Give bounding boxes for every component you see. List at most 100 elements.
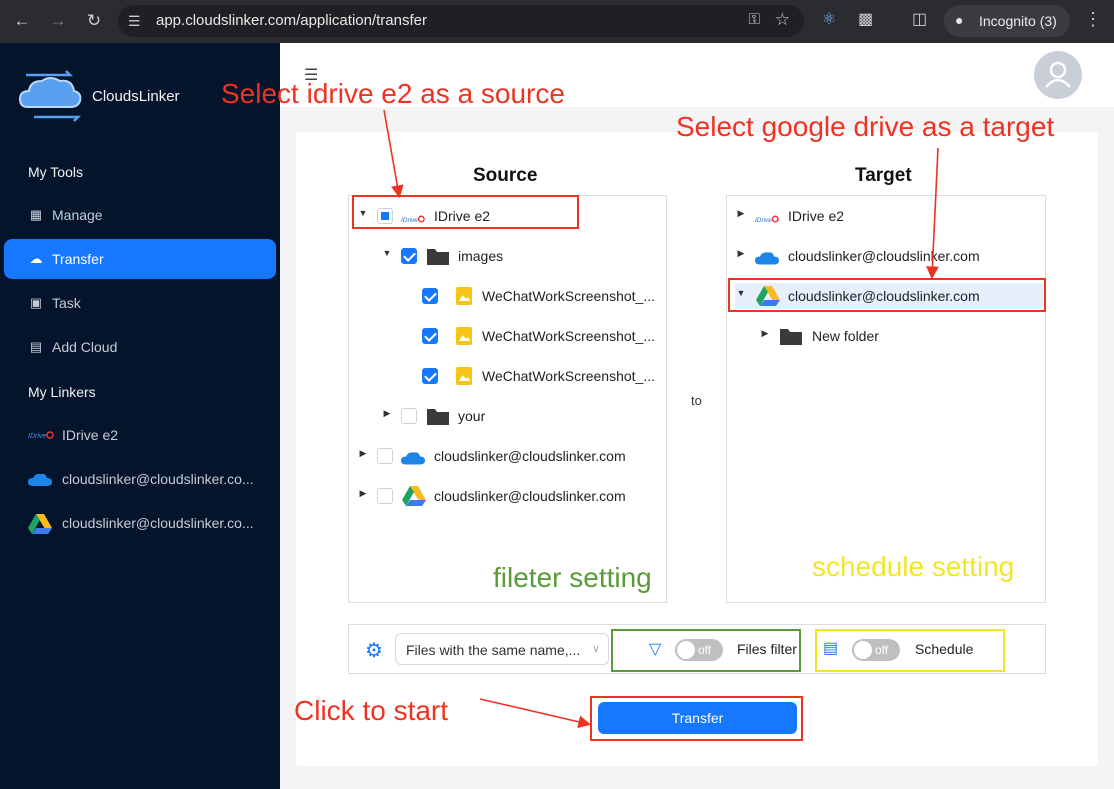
extensions-icon[interactable]: ▩ bbox=[858, 9, 873, 29]
star-icon[interactable]: ☆ bbox=[775, 10, 790, 30]
onedrive-icon bbox=[28, 473, 52, 486]
target-node-idrive[interactable]: ▶ IDrive IDrive e2 bbox=[735, 204, 935, 228]
site-settings-icon[interactable]: ☰ bbox=[128, 13, 141, 30]
node-label: cloudslinker@cloudslinker.com bbox=[788, 248, 980, 264]
filter-highlight-box bbox=[611, 629, 801, 672]
onedrive-icon bbox=[401, 452, 425, 465]
node-checkbox[interactable] bbox=[401, 408, 417, 424]
sidebar-item-google-drive[interactable]: cloudslinker@cloudslinker.co... bbox=[4, 503, 276, 543]
target-title: Target bbox=[855, 165, 912, 186]
caret-right-icon[interactable]: ▶ bbox=[381, 408, 393, 419]
node-label: cloudslinker@cloudslinker.com bbox=[434, 488, 626, 504]
sidebar-item-onedrive[interactable]: cloudslinker@cloudslinker.co... bbox=[4, 459, 276, 499]
cloud-upload-icon: ☁ bbox=[29, 251, 43, 266]
browser-menu-icon[interactable]: ⋮ bbox=[1084, 9, 1102, 30]
node-checkbox[interactable] bbox=[377, 448, 393, 464]
caret-right-icon[interactable]: ▶ bbox=[759, 328, 771, 339]
sidebar-item-label: Manage bbox=[52, 207, 103, 223]
tree-node-images[interactable]: ▼ images bbox=[381, 244, 641, 268]
node-label: IDrive e2 bbox=[788, 208, 845, 224]
gear-icon: ⚙ bbox=[365, 640, 383, 662]
schedule-highlight-box bbox=[815, 629, 1005, 672]
image-file-icon bbox=[456, 367, 472, 385]
node-label: New folder bbox=[812, 328, 879, 344]
node-checkbox[interactable] bbox=[422, 328, 438, 344]
folder-icon bbox=[427, 249, 449, 265]
caret-right-icon[interactable]: ▶ bbox=[735, 248, 747, 259]
address-bar[interactable]: ☰ app.cloudslinker.com/application/trans… bbox=[118, 5, 804, 37]
sidebar-item-task[interactable]: ▣ Task bbox=[4, 283, 276, 323]
schedule-annotation: schedule setting bbox=[812, 551, 1015, 582]
key-icon[interactable]: ⚿ bbox=[749, 11, 760, 28]
url-text[interactable]: app.cloudslinker.com/application/transfe… bbox=[156, 12, 427, 29]
target-annotation: Select google drive as a target bbox=[676, 111, 1055, 142]
sidebar-item-idrive[interactable]: IDrive IDrive e2 bbox=[4, 415, 276, 455]
node-label: cloudslinker@cloudslinker.com bbox=[434, 448, 626, 464]
svg-text:IDrive: IDrive bbox=[755, 217, 772, 224]
side-panel-icon[interactable]: ◫ bbox=[912, 9, 927, 29]
cloudslinker-logo-icon bbox=[18, 70, 82, 122]
grid-icon: ▦ bbox=[29, 207, 43, 222]
caret-right-icon[interactable]: ▶ bbox=[357, 488, 369, 499]
idrive-logo-icon: IDrive bbox=[28, 431, 54, 440]
transfer-highlight-box bbox=[590, 696, 803, 741]
start-annotation: Click to start bbox=[294, 695, 449, 726]
node-label: WeChatWorkScreenshot_... bbox=[482, 288, 656, 304]
node-checkbox[interactable] bbox=[422, 368, 438, 384]
node-label: images bbox=[458, 248, 504, 264]
to-label: to bbox=[691, 393, 702, 408]
node-checkbox[interactable] bbox=[422, 288, 438, 304]
add-cloud-icon: ▤ bbox=[29, 339, 43, 354]
react-devtools-icon[interactable]: ⚛ bbox=[822, 9, 836, 29]
avatar[interactable] bbox=[1034, 51, 1082, 99]
filter-annotation: fileter setting bbox=[493, 562, 652, 593]
my-linkers-title: My Linkers bbox=[28, 384, 96, 400]
reload-icon[interactable]: ↻ bbox=[82, 9, 106, 33]
tree-node-your[interactable]: ▶ your bbox=[381, 404, 581, 428]
tree-node-file[interactable]: WeChatWorkScreenshot_... bbox=[402, 364, 664, 388]
back-icon[interactable]: ← bbox=[10, 9, 34, 33]
incognito-icon: ● bbox=[955, 12, 964, 28]
chevron-down-icon: ∨ bbox=[591, 643, 600, 655]
tree-node-google-drive[interactable]: ▶ cloudslinker@cloudslinker.com bbox=[357, 484, 647, 508]
sidebar-item-transfer[interactable]: ☁ Transfer bbox=[4, 239, 276, 279]
tree-node-file[interactable]: WeChatWorkScreenshot_... bbox=[402, 284, 664, 308]
sidebar-item-add-cloud[interactable]: ▤ Add Cloud bbox=[4, 327, 276, 367]
sidebar-item-manage[interactable]: ▦ Manage bbox=[4, 195, 276, 235]
google-drive-icon bbox=[402, 486, 426, 506]
node-checkbox[interactable] bbox=[401, 248, 417, 264]
source-highlight-box bbox=[352, 195, 579, 229]
forward-icon[interactable]: → bbox=[46, 9, 70, 33]
node-label: WeChatWorkScreenshot_... bbox=[482, 328, 656, 344]
tree-node-file[interactable]: WeChatWorkScreenshot_... bbox=[402, 324, 664, 348]
sidebar-item-label: Transfer bbox=[52, 251, 104, 267]
folder-icon bbox=[780, 329, 802, 345]
source-title: Source bbox=[473, 165, 538, 186]
sidebar-item-label: Add Cloud bbox=[52, 339, 118, 355]
incognito-badge[interactable]: ● Incognito (3) bbox=[944, 5, 1070, 37]
browser-toolbar: ← → ↻ ☰ app.cloudslinker.com/application… bbox=[0, 0, 1114, 43]
sidebar-item-label: cloudslinker@cloudslinker.co... bbox=[62, 515, 254, 531]
target-node-onedrive[interactable]: ▶ cloudslinker@cloudslinker.com bbox=[735, 244, 1025, 268]
user-icon bbox=[1045, 61, 1071, 88]
my-tools-title: My Tools bbox=[28, 164, 83, 180]
sidebar: CloudsLinker My Tools ▦ Manage ☁ Transfe… bbox=[0, 43, 280, 789]
conflict-policy-select[interactable]: Files with the same name,... ∨ bbox=[395, 633, 609, 665]
image-file-icon bbox=[456, 327, 472, 345]
select-value: Files with the same name,... bbox=[406, 642, 581, 658]
caret-down-icon[interactable]: ▼ bbox=[381, 248, 393, 258]
tree-node-onedrive[interactable]: ▶ cloudslinker@cloudslinker.com bbox=[357, 444, 647, 468]
folder-icon bbox=[427, 409, 449, 425]
google-drive-icon bbox=[28, 514, 52, 534]
sidebar-item-label: Task bbox=[52, 295, 81, 311]
brand-name: CloudsLinker bbox=[92, 88, 180, 105]
target-node-new-folder[interactable]: ▶ New folder bbox=[759, 324, 959, 348]
onedrive-icon bbox=[755, 252, 779, 265]
node-checkbox[interactable] bbox=[377, 488, 393, 504]
sidebar-item-label: IDrive e2 bbox=[62, 427, 119, 443]
caret-right-icon[interactable]: ▶ bbox=[357, 448, 369, 459]
node-label: WeChatWorkScreenshot_... bbox=[482, 368, 656, 384]
sidebar-item-label: cloudslinker@cloudslinker.co... bbox=[62, 471, 254, 487]
image-file-icon bbox=[456, 287, 472, 305]
caret-right-icon[interactable]: ▶ bbox=[735, 208, 747, 219]
